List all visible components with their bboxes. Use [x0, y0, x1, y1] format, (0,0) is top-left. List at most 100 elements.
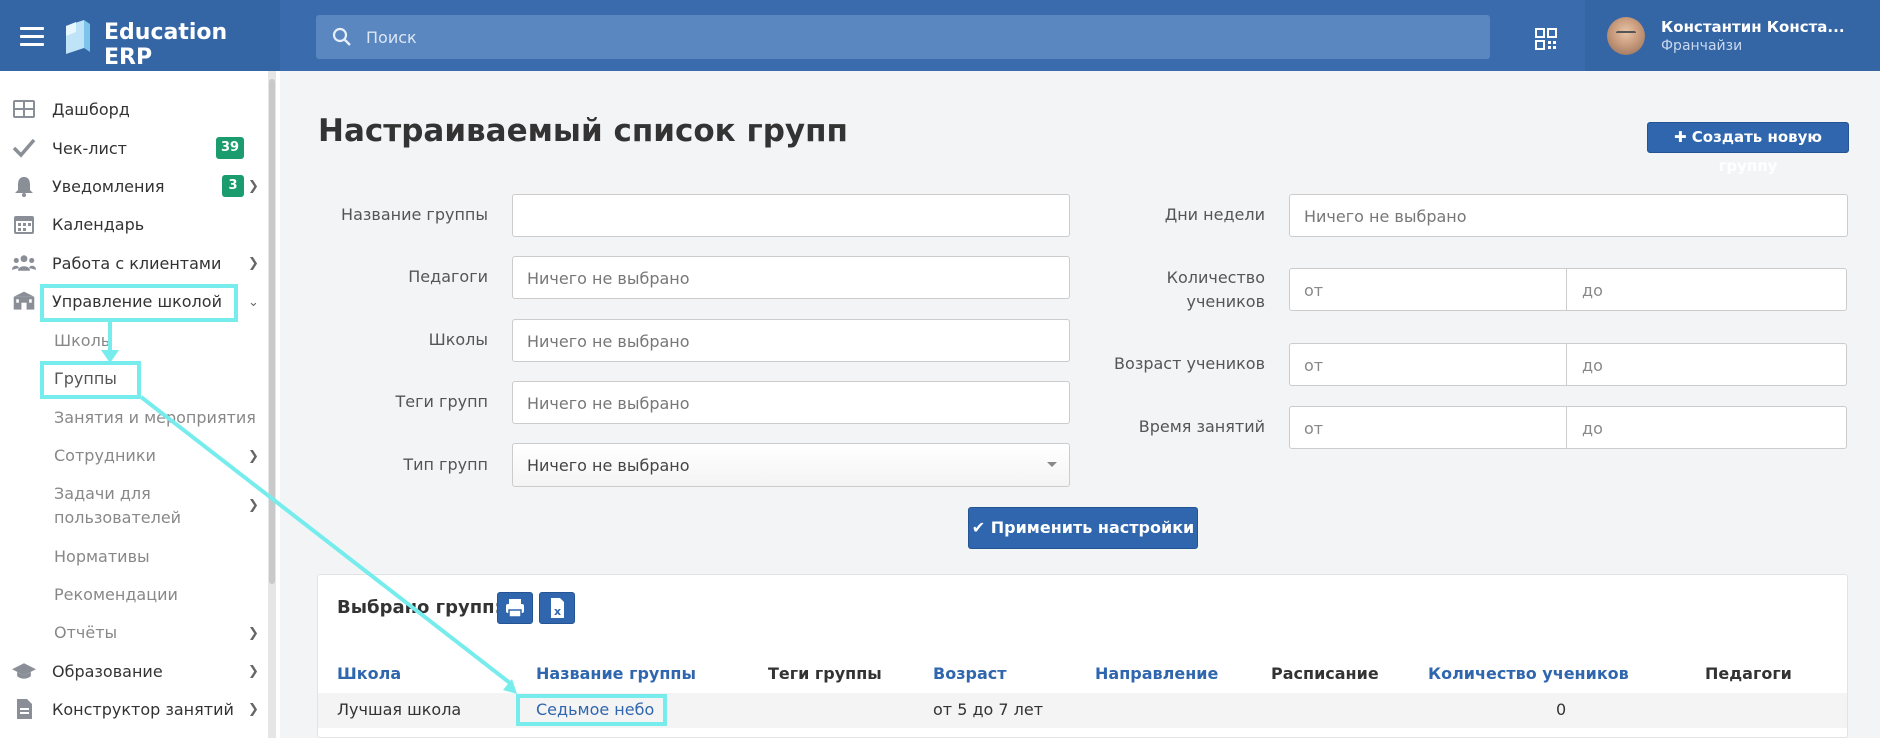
sidebar-subitem-tasks[interactable]: Задачи для: [54, 484, 151, 503]
sidebar-subitem-recommendations[interactable]: Рекомендации: [54, 585, 178, 604]
sidebar-item-label: Дашборд: [52, 100, 130, 119]
sidebar-item-label: Уведомления: [52, 177, 165, 196]
group-name-label: Название группы: [341, 205, 488, 224]
sidebar-scrollbar[interactable]: [268, 71, 276, 738]
sidebar-item-label: Работа с клиентами: [52, 254, 222, 273]
sidebar-item-checklist[interactable]: Чек-лист 39: [0, 133, 268, 163]
user-role: Франчайзи: [1661, 38, 1743, 54]
sidebar-item-label: Конструктор занятий: [52, 700, 234, 719]
students-count-label-line2: учеников: [1186, 292, 1265, 311]
apply-settings-button[interactable]: ✔ Применить настройки: [968, 507, 1198, 549]
column-header-group-tags: Теги группы: [768, 664, 882, 683]
calendar-icon: [14, 216, 34, 234]
lesson-time-from[interactable]: от: [1304, 419, 1323, 438]
print-icon: [506, 599, 524, 618]
lesson-time-range: от до: [1289, 406, 1847, 449]
plus-icon: ✚: [1674, 128, 1692, 146]
svg-text:x: x: [554, 605, 561, 618]
sidebar-item-label: Календарь: [52, 215, 145, 234]
range-divider: [1566, 344, 1567, 385]
students-count-label-line1: Количество: [1166, 268, 1265, 287]
sidebar-item-clients[interactable]: Работа с клиентами ❯: [0, 248, 268, 278]
teachers-label: Педагоги: [408, 267, 488, 286]
group-type-dropdown[interactable]: Ничего не выбрано: [512, 443, 1070, 487]
school-icon: [13, 291, 35, 310]
group-tags-label: Теги групп: [395, 392, 488, 411]
chevron-right-icon: ❯: [248, 498, 259, 513]
sidebar-item-lesson-builder[interactable]: Конструктор занятий ❯: [0, 694, 268, 724]
sidebar-subitem-tasks-line2[interactable]: пользователей: [54, 508, 181, 527]
group-tags-select[interactable]: Ничего не выбрано: [512, 381, 1070, 424]
caret-down-icon: [1047, 462, 1057, 467]
column-header-age[interactable]: Возраст: [933, 664, 1007, 683]
column-header-group-name[interactable]: Название группы: [536, 664, 696, 683]
group-type-label: Тип групп: [403, 455, 488, 474]
sidebar-item-calendar[interactable]: Календарь: [0, 209, 268, 239]
chevron-right-icon: ❯: [248, 179, 259, 194]
schools-label: Школы: [428, 330, 488, 349]
cell-school: Лучшая школа: [337, 700, 462, 719]
highlight-school-management: [40, 284, 238, 322]
chevron-right-icon: ❯: [248, 449, 259, 464]
page-title: Настраиваемый список групп: [318, 113, 848, 149]
excel-icon: x: [551, 598, 564, 618]
lesson-time-to[interactable]: до: [1582, 419, 1603, 438]
graduation-cap-icon: [12, 663, 36, 679]
students-age-label: Возраст учеников: [1114, 354, 1265, 373]
column-header-direction[interactable]: Направление: [1095, 664, 1218, 683]
column-header-teachers: Педагоги: [1705, 664, 1792, 683]
count-badge: 3: [222, 175, 244, 197]
highlight-group-link: [516, 694, 667, 726]
sidebar-item-education[interactable]: Образование ❯: [0, 656, 268, 686]
weekdays-placeholder: Ничего не выбрано: [1304, 207, 1467, 226]
chevron-down-icon: ⌄: [248, 295, 259, 310]
chevron-right-icon: ❯: [248, 702, 259, 717]
top-header: Education ERP Поиск Константин Конста...…: [0, 0, 1880, 71]
export-excel-button[interactable]: x: [539, 592, 575, 624]
chevron-right-icon: ❯: [248, 664, 259, 679]
search-input[interactable]: Поиск: [366, 28, 417, 47]
column-header-school[interactable]: Школа: [337, 664, 401, 683]
schools-placeholder: Ничего не выбрано: [527, 332, 690, 351]
sidebar-item-dashboard[interactable]: Дашборд: [0, 94, 268, 124]
range-divider: [1566, 407, 1567, 448]
user-menu[interactable]: Константин Конста... Франчайзи: [1585, 0, 1880, 71]
students-count-from[interactable]: от: [1304, 281, 1323, 300]
lesson-time-label: Время занятий: [1138, 417, 1265, 436]
sidebar-item-notifications[interactable]: Уведомления 3 ❯: [0, 171, 268, 201]
sidebar-item-label: Чек-лист: [52, 139, 127, 158]
sidebar-subitem-lessons[interactable]: Занятия и мероприятия: [54, 408, 256, 427]
group-type-value: Ничего не выбрано: [527, 456, 690, 475]
dashboard-icon: [13, 100, 35, 118]
teachers-select[interactable]: Ничего не выбрано: [512, 256, 1070, 299]
weekdays-select[interactable]: Ничего не выбрано: [1289, 194, 1848, 237]
students-age-range: от до: [1289, 343, 1847, 386]
check-icon: [12, 138, 36, 158]
print-button[interactable]: [497, 592, 533, 624]
students-age-from[interactable]: от: [1304, 356, 1323, 375]
sidebar-subitem-norms[interactable]: Нормативы: [54, 547, 150, 566]
column-header-schedule: Расписание: [1271, 664, 1379, 683]
schools-select[interactable]: Ничего не выбрано: [512, 319, 1070, 362]
menu-icon[interactable]: [20, 27, 44, 46]
bell-icon: [15, 177, 33, 197]
sidebar-subitem-schools[interactable]: Школы: [54, 331, 113, 350]
create-group-button[interactable]: ✚ Создать новую группу: [1647, 122, 1849, 175]
sidebar-subitem-reports[interactable]: Отчёты: [54, 623, 117, 642]
avatar: [1607, 17, 1645, 55]
document-icon: [17, 699, 32, 719]
selected-groups-count: Выбрано групп: 1: [337, 597, 521, 618]
group-name-field[interactable]: [512, 194, 1070, 237]
students-age-to[interactable]: до: [1582, 356, 1603, 375]
search-bar[interactable]: Поиск: [316, 15, 1490, 59]
logo-icon: [66, 20, 90, 54]
create-group-button-label: Создать новую группу: [1691, 128, 1822, 175]
qr-code-icon[interactable]: [1535, 28, 1557, 50]
students-count-to[interactable]: до: [1582, 281, 1603, 300]
chevron-right-icon: ❯: [248, 256, 259, 271]
teachers-placeholder: Ничего не выбрано: [527, 269, 690, 288]
cell-students-count: 0: [1556, 700, 1567, 719]
range-divider: [1566, 269, 1567, 310]
column-header-students-count[interactable]: Количество учеников: [1428, 664, 1629, 683]
sidebar-subitem-employees[interactable]: Сотрудники: [54, 446, 156, 465]
